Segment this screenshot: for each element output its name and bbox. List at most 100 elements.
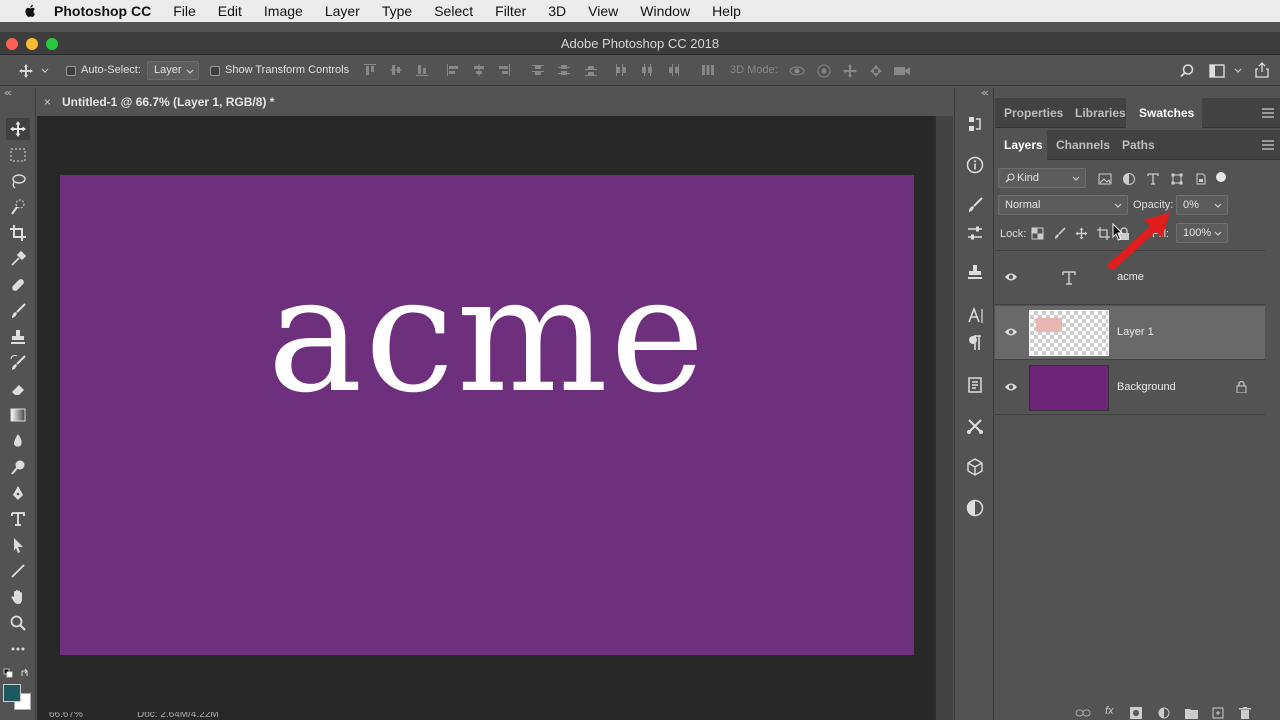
search-icon[interactable] xyxy=(1179,63,1195,79)
link-layers-icon[interactable] xyxy=(1075,708,1091,718)
visibility-eye-icon[interactable] xyxy=(1004,326,1018,338)
tab-paths[interactable]: Paths xyxy=(1122,138,1155,152)
tab-swatches[interactable]: Swatches xyxy=(1139,106,1194,120)
lock-position-icon[interactable] xyxy=(1075,227,1088,240)
orbit-3d-icon[interactable] xyxy=(788,63,806,79)
menu-app-name[interactable]: Photoshop CC xyxy=(54,3,151,19)
fill-value[interactable]: 100% xyxy=(1183,227,1211,239)
vertical-scrollbar[interactable] xyxy=(935,116,953,720)
distribute-right-icon[interactable] xyxy=(666,63,680,77)
tab-properties[interactable]: Properties xyxy=(1004,106,1063,120)
healing-brush-tool[interactable] xyxy=(6,274,30,296)
layer-name[interactable]: Background xyxy=(1117,381,1176,393)
document-tab[interactable]: × Untitled-1 @ 66.7% (Layer 1, RGB/8) * xyxy=(37,88,287,116)
menu-image[interactable]: Image xyxy=(264,3,303,19)
expand-dock-icon[interactable] xyxy=(981,90,989,96)
3d-panel-button[interactable] xyxy=(965,457,985,477)
tab-layers[interactable]: Layers xyxy=(1004,138,1043,152)
info-panel-button[interactable] xyxy=(965,155,985,175)
filter-toggle-icon[interactable] xyxy=(1216,172,1226,182)
apple-icon[interactable] xyxy=(20,3,40,19)
layer-style-fx-icon[interactable]: fx xyxy=(1105,705,1114,717)
layer-1-thumbnail[interactable] xyxy=(1029,310,1109,356)
menu-view[interactable]: View xyxy=(588,3,618,19)
zoom-level[interactable]: 66.67% xyxy=(49,712,83,720)
menu-3d[interactable]: 3D xyxy=(548,3,566,19)
workspace-icon[interactable] xyxy=(1209,64,1225,78)
opacity-value[interactable]: 0% xyxy=(1183,199,1199,211)
visibility-eye-icon[interactable] xyxy=(1004,381,1018,393)
swap-colors-icon[interactable] xyxy=(20,668,30,678)
default-colors-icon[interactable] xyxy=(3,668,13,678)
align-hcenter-icon[interactable] xyxy=(472,63,486,77)
align-left-icon[interactable] xyxy=(446,63,460,77)
menu-select[interactable]: Select xyxy=(434,3,473,19)
visibility-eye-icon[interactable] xyxy=(1004,271,1018,283)
brushes-panel-button[interactable] xyxy=(965,195,985,215)
filter-shape-icon[interactable] xyxy=(1170,172,1184,186)
filter-smart-object-icon[interactable] xyxy=(1194,172,1208,186)
history-brush-tool[interactable] xyxy=(6,352,30,374)
pen-tool[interactable] xyxy=(6,482,30,504)
workspace-chevron-icon[interactable] xyxy=(1234,68,1242,74)
lock-image-pixels-icon[interactable] xyxy=(1053,227,1066,240)
zoom-tool[interactable] xyxy=(6,612,30,634)
hand-tool[interactable] xyxy=(6,586,30,608)
background-thumbnail[interactable] xyxy=(1029,365,1109,411)
camera-3d-icon[interactable] xyxy=(893,64,911,78)
align-right-icon[interactable] xyxy=(497,63,511,77)
eraser-tool[interactable] xyxy=(6,378,30,400)
path-selection-tool[interactable] xyxy=(6,534,30,556)
opacity-field[interactable]: 0% xyxy=(1176,195,1228,215)
fill-field[interactable]: 100% xyxy=(1176,223,1228,243)
tab-libraries[interactable]: Libraries xyxy=(1075,106,1126,120)
dodge-tool[interactable] xyxy=(6,456,30,478)
chevron-down-icon[interactable] xyxy=(1214,203,1222,209)
edit-toolbar[interactable] xyxy=(6,638,30,660)
navigator-panel-button[interactable] xyxy=(965,498,985,518)
canvas-text-acme[interactable]: acme xyxy=(60,255,914,415)
paragraph-panel-button[interactable] xyxy=(965,333,985,353)
slide-3d-icon[interactable] xyxy=(868,63,884,79)
align-vcenter-icon[interactable] xyxy=(389,63,403,77)
distribute-vcenter-icon[interactable] xyxy=(557,63,571,77)
quick-selection-tool[interactable] xyxy=(6,196,30,218)
add-mask-icon[interactable] xyxy=(1130,707,1142,719)
lock-transparent-pixels-icon[interactable] xyxy=(1031,227,1044,240)
new-layer-icon[interactable] xyxy=(1212,707,1224,719)
layer-row-layer-1[interactable]: Layer 1 xyxy=(995,306,1265,360)
menu-help[interactable]: Help xyxy=(712,3,741,19)
show-transform-checkbox[interactable] xyxy=(210,66,220,76)
canvas[interactable]: acme xyxy=(60,175,914,655)
menu-filter[interactable]: Filter xyxy=(495,3,526,19)
properties-panel-button[interactable] xyxy=(965,375,985,395)
type-tool[interactable] xyxy=(6,508,30,530)
panel-menu-icon[interactable] xyxy=(1262,108,1274,118)
roll-3d-icon[interactable] xyxy=(816,63,832,79)
foreground-color-swatch[interactable] xyxy=(3,684,21,702)
distribute-top-icon[interactable] xyxy=(531,63,545,77)
move-tool-icon[interactable] xyxy=(18,63,34,79)
align-top-icon[interactable] xyxy=(363,63,377,77)
layer-filter-kind-dropdown[interactable]: Kind xyxy=(998,168,1086,188)
crop-tool[interactable] xyxy=(6,222,30,244)
menu-edit[interactable]: Edit xyxy=(218,3,242,19)
collapse-toolbar-icon[interactable] xyxy=(4,90,12,96)
menu-file[interactable]: File xyxy=(173,3,196,19)
adjustments-panel-button[interactable] xyxy=(965,223,985,243)
close-document-icon[interactable]: × xyxy=(44,95,51,109)
trash-icon[interactable] xyxy=(1239,707,1251,719)
pan-3d-icon[interactable] xyxy=(842,63,858,79)
clone-stamp-tool[interactable] xyxy=(6,326,30,348)
distribute-left-icon[interactable] xyxy=(614,63,628,77)
filter-type-icon[interactable] xyxy=(1146,172,1160,186)
adjustment-layer-icon[interactable] xyxy=(1158,707,1170,719)
character-panel-button[interactable] xyxy=(965,306,985,326)
tab-channels[interactable]: Channels xyxy=(1056,138,1110,152)
layer-row-background[interactable]: Background xyxy=(995,361,1265,415)
filter-pixel-icon[interactable] xyxy=(1098,172,1112,186)
history-panel-button[interactable] xyxy=(965,114,985,134)
eyedropper-tool[interactable] xyxy=(6,248,30,270)
new-group-icon[interactable] xyxy=(1185,707,1198,719)
distribute-bottom-icon[interactable] xyxy=(584,63,598,77)
